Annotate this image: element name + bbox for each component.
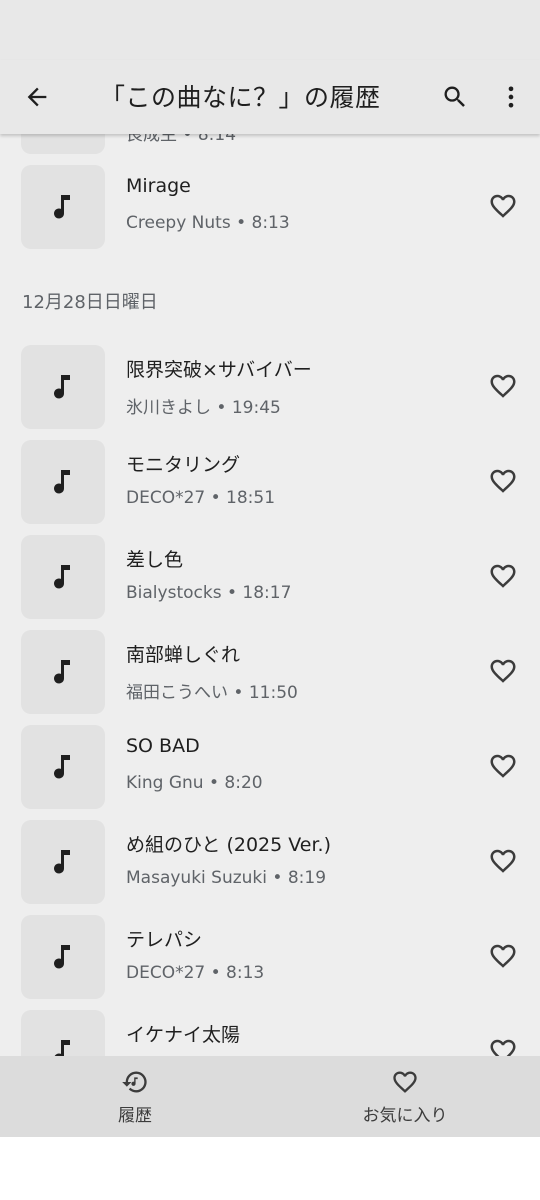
song-thumbnail: [21, 820, 105, 904]
favorite-button[interactable]: [482, 650, 524, 692]
heart-outline-icon: [490, 754, 516, 778]
favorite-button[interactable]: [482, 365, 524, 407]
song-subtitle: 福田こうへい • 11:50: [126, 683, 298, 703]
list-item[interactable]: め組のひと (2025 Ver.) Masayuki Suzuki • 8:19: [0, 820, 540, 906]
music-note-icon: [54, 660, 70, 684]
music-note-icon: [54, 850, 70, 874]
list-item[interactable]: イケナイ太陽: [0, 1010, 540, 1056]
song-thumbnail: [21, 725, 105, 809]
favorite-button[interactable]: [482, 745, 524, 787]
search-icon: [444, 86, 465, 107]
song-title: SO BAD: [126, 735, 200, 757]
song-thumbnail: [21, 630, 105, 714]
heart-outline-icon: [490, 194, 516, 218]
song-thumbnail: [21, 345, 105, 429]
more-options-button[interactable]: [490, 76, 532, 118]
music-note-icon: [54, 470, 70, 494]
song-thumbnail: [21, 165, 105, 249]
favorite-button[interactable]: [482, 555, 524, 597]
song-subtitle: 良成主 • 8:14: [126, 134, 237, 145]
list-item[interactable]: Mirage Creepy Nuts • 8:13: [0, 165, 540, 251]
favorite-button[interactable]: [482, 840, 524, 882]
status-bar: [0, 0, 540, 60]
history-list[interactable]: 良成主 • 8:14 Mirage Creepy Nuts • 8:13 12月…: [0, 134, 540, 1056]
search-button[interactable]: [434, 76, 476, 118]
song-subtitle: Bialystocks • 18:17: [126, 583, 292, 603]
music-note-icon: [54, 195, 70, 219]
song-title: テレパシ: [126, 929, 203, 951]
song-title: 南部蝉しぐれ: [126, 644, 241, 666]
song-subtitle: DECO*27 • 18:51: [126, 488, 276, 508]
favorite-button[interactable]: [482, 185, 524, 227]
back-button[interactable]: [16, 76, 58, 118]
music-note-icon: [54, 755, 70, 779]
song-subtitle: Creepy Nuts • 8:13: [126, 213, 290, 233]
song-title: め組のひと (2025 Ver.): [126, 834, 332, 856]
song-thumbnail: [21, 1010, 105, 1056]
music-note-icon: [54, 565, 70, 589]
song-thumbnail: [21, 134, 105, 154]
list-item[interactable]: 南部蝉しぐれ福田こうへい • 11:50: [0, 630, 540, 716]
nav-history-label: 履歴: [118, 1106, 152, 1126]
song-subtitle: King Gnu • 8:20: [126, 773, 263, 793]
list-item[interactable]: 良成主 • 8:14: [0, 134, 540, 156]
list-item[interactable]: モニタリング DECO*27 • 18:51: [0, 440, 540, 526]
nav-history[interactable]: 履歴: [0, 1056, 270, 1137]
heart-outline-icon: [490, 564, 516, 588]
favorite-button[interactable]: [482, 460, 524, 502]
heart-outline-icon: [490, 469, 516, 493]
music-note-icon: [54, 1040, 70, 1056]
song-subtitle: DECO*27 • 8:13: [126, 963, 265, 983]
song-title: 限界突破×サバイバー: [126, 359, 312, 381]
song-title: 差し色: [126, 549, 184, 571]
list-item[interactable]: テレパシ DECO*27 • 8:13: [0, 915, 540, 1001]
heart-outline-icon: [490, 659, 516, 683]
song-thumbnail: [21, 535, 105, 619]
nav-favorites[interactable]: お気に入り: [270, 1056, 540, 1137]
song-subtitle: 氷川きよし • 19:45: [126, 398, 281, 418]
heart-outline-icon: [490, 374, 516, 398]
heart-outline-icon: [490, 1039, 516, 1056]
heart-outline-icon: [490, 944, 516, 968]
more-vert-icon: [508, 86, 514, 108]
heart-outline-icon: [393, 1071, 417, 1093]
song-thumbnail: [21, 440, 105, 524]
favorite-button[interactable]: [482, 935, 524, 977]
arrow-back-icon: [27, 87, 47, 107]
list-item[interactable]: SO BAD King Gnu • 8:20: [0, 725, 540, 811]
app-bar: 「この曲なに？」の履歴: [0, 60, 540, 134]
nav-favorites-label: お気に入り: [362, 1106, 448, 1126]
music-note-icon: [54, 945, 70, 969]
date-header: 12月28日日曜日: [22, 292, 158, 313]
song-thumbnail: [21, 915, 105, 999]
music-note-icon: [54, 375, 70, 399]
list-item[interactable]: 限界突破×サバイバー 氷川きよし • 19:45: [0, 345, 540, 431]
song-title: モニタリング: [126, 454, 241, 476]
list-item[interactable]: 差し色 Bialystocks • 18:17: [0, 535, 540, 621]
song-subtitle: Masayuki Suzuki • 8:19: [126, 868, 327, 888]
heart-outline-icon: [490, 849, 516, 873]
bottom-navigation: 履歴 お気に入り: [0, 1056, 540, 1137]
song-title: イケナイ太陽: [126, 1024, 241, 1046]
history-screen: 「この曲なに？」の履歴 良成主 • 8:14 Mirage Creepy Nut…: [0, 0, 540, 1137]
song-title: Mirage: [126, 175, 191, 197]
history-icon: [122, 1071, 147, 1093]
favorite-button[interactable]: [482, 1030, 524, 1056]
page-title: 「この曲なに？」の履歴: [100, 83, 381, 112]
